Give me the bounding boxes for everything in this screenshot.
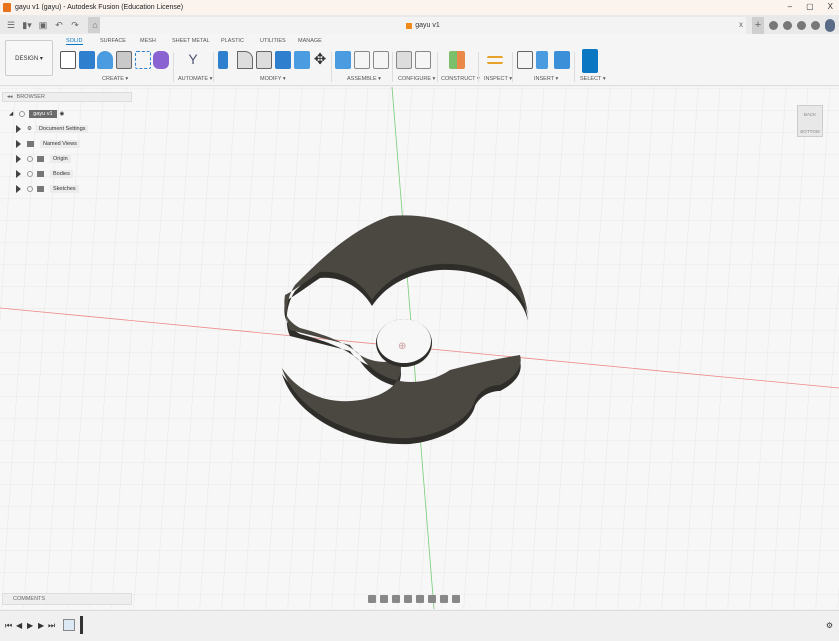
grid-settings-icon[interactable]: [440, 594, 448, 603]
press-pull-icon[interactable]: [218, 51, 228, 69]
document-tab[interactable]: gayu v1 x: [100, 17, 746, 34]
close-button[interactable]: X: [828, 2, 833, 11]
tab-utilities[interactable]: UTILITIES: [260, 38, 286, 44]
revolve-icon[interactable]: [97, 51, 113, 69]
move-icon[interactable]: ✥: [312, 51, 328, 69]
title-bar: gayu v1 (gayu) - Autodesk Fusion (Educat…: [0, 0, 839, 15]
automate-icon[interactable]: Y: [185, 51, 201, 69]
configure-menu[interactable]: CONFIGURE ▾: [398, 76, 435, 82]
tab-solid[interactable]: SOLID: [66, 38, 83, 45]
assemble-menu[interactable]: ASSEMBLE ▾: [347, 76, 381, 82]
timeline-sketch-feature[interactable]: [63, 619, 75, 631]
configure-icon[interactable]: [396, 51, 412, 69]
comments-panel[interactable]: COMMENTS: [2, 593, 132, 605]
timeline: ⏮ ◀ ▶ ▶ ⏭ ⚙: [0, 610, 839, 641]
tab-manage[interactable]: MANAGE: [298, 38, 322, 44]
root-component-label[interactable]: gayu v1: [29, 110, 57, 118]
collapse-browser-icon[interactable]: ◂◂: [7, 94, 13, 100]
orbit-icon[interactable]: [368, 594, 376, 603]
inspect-menu[interactable]: INSPECT ▾: [484, 76, 512, 82]
select-menu[interactable]: SELECT ▾: [580, 76, 606, 82]
step-back-icon[interactable]: ◀: [16, 621, 22, 630]
step-forward-icon[interactable]: ▶: [38, 621, 44, 630]
automate-menu[interactable]: AUTOMATE ▾: [178, 76, 212, 82]
grid-menu-icon[interactable]: ☰: [6, 20, 16, 30]
browser-item-document-settings[interactable]: ⚙ Document Settings: [16, 125, 89, 133]
workspace-switcher[interactable]: DESIGN ▾: [5, 40, 53, 76]
modify-menu[interactable]: MODIFY ▾: [260, 76, 286, 82]
minimize-button[interactable]: –: [788, 2, 792, 11]
document-tab-title: gayu v1: [415, 22, 440, 29]
avatar[interactable]: [825, 19, 835, 32]
extensions-icon[interactable]: [769, 21, 778, 30]
undo-icon[interactable]: ↶: [54, 20, 64, 30]
fit-icon[interactable]: [416, 594, 424, 603]
pattern-icon[interactable]: [135, 51, 151, 69]
canvas-icon[interactable]: [554, 51, 570, 69]
hole-icon[interactable]: [116, 51, 132, 69]
insert-derive-icon[interactable]: [517, 51, 533, 69]
measure-icon[interactable]: [487, 56, 503, 64]
look-at-icon[interactable]: [380, 594, 388, 603]
help-icon[interactable]: [811, 21, 820, 30]
browser-item-origin[interactable]: Origin: [16, 155, 71, 163]
tab-surface[interactable]: SURFACE: [100, 38, 126, 44]
combine-icon[interactable]: [275, 51, 291, 69]
fillet-icon[interactable]: [237, 51, 253, 69]
browser-item-named-views[interactable]: Named Views: [16, 140, 80, 148]
tab-plastic[interactable]: PLASTIC: [221, 38, 244, 44]
construct-menu[interactable]: CONSTRUCT ▾: [441, 76, 480, 82]
split-body-icon[interactable]: [294, 51, 310, 69]
go-to-end-icon[interactable]: ⏭: [48, 621, 55, 631]
create-sketch-icon[interactable]: [60, 51, 76, 69]
browser-panel-header[interactable]: ◂◂ BROWSER: [2, 92, 132, 102]
new-tab-button[interactable]: +: [752, 17, 764, 34]
viewports-icon[interactable]: [452, 594, 460, 603]
file-icon[interactable]: ▮▾: [22, 20, 32, 30]
timeline-marker[interactable]: [80, 616, 83, 634]
bom-icon[interactable]: [373, 51, 389, 69]
go-to-start-icon[interactable]: ⏮: [5, 621, 12, 631]
origin-marker-icon: ⊕: [398, 341, 406, 352]
display-settings-icon[interactable]: [428, 594, 436, 603]
zoom-icon[interactable]: [404, 594, 412, 603]
new-component-icon[interactable]: [335, 51, 351, 69]
viewcube[interactable]: BACK BOTTOM: [797, 105, 823, 137]
browser-title: BROWSER: [16, 94, 45, 100]
navigation-bar: [368, 592, 472, 605]
3d-viewport[interactable]: ⊕ BACK BOTTOM: [0, 87, 839, 609]
job-status-icon[interactable]: [783, 21, 792, 30]
canvas-scene: ⊕: [0, 87, 839, 609]
select-icon[interactable]: [582, 49, 598, 73]
save-icon[interactable]: ▣: [38, 20, 48, 30]
browser-item-sketches[interactable]: Sketches: [16, 185, 79, 193]
tab-mesh[interactable]: MESH: [140, 38, 156, 44]
fusion-logo-icon: [3, 3, 11, 12]
redo-icon[interactable]: ↷: [70, 20, 80, 30]
viewcube-bottom-face[interactable]: BOTTOM: [798, 129, 822, 134]
tab-sheet-metal[interactable]: SHEET METAL: [172, 38, 210, 44]
toolbar-ribbon: DESIGN ▾ SOLID SURFACE MESH SHEET METAL …: [0, 34, 839, 86]
create-form-icon[interactable]: [153, 51, 169, 69]
insert-menu[interactable]: INSERT ▾: [534, 76, 558, 82]
offset-plane-icon[interactable]: [449, 51, 465, 69]
browser-root[interactable]: ◢ gayu v1 ◉: [9, 110, 64, 118]
window-title: gayu v1 (gayu) - Autodesk Fusion (Educat…: [15, 4, 184, 11]
joint-icon[interactable]: [354, 51, 370, 69]
maximize-button[interactable]: ▢: [806, 2, 814, 11]
pan-icon[interactable]: [392, 594, 400, 603]
browser-item-bodies[interactable]: Bodies: [16, 170, 73, 178]
notifications-icon[interactable]: [797, 21, 806, 30]
play-icon[interactable]: ▶: [27, 621, 33, 630]
extrude-icon[interactable]: [79, 51, 95, 69]
insert-mcmaster-icon[interactable]: [536, 51, 548, 69]
document-cube-icon: [406, 22, 413, 29]
viewcube-back-face[interactable]: BACK: [798, 112, 822, 117]
shell-icon[interactable]: [256, 51, 272, 69]
close-tab-button[interactable]: x: [739, 20, 743, 29]
timeline-settings-icon[interactable]: ⚙: [826, 621, 833, 630]
config-table-icon[interactable]: [415, 51, 431, 69]
create-menu[interactable]: CREATE ▾: [102, 76, 128, 82]
